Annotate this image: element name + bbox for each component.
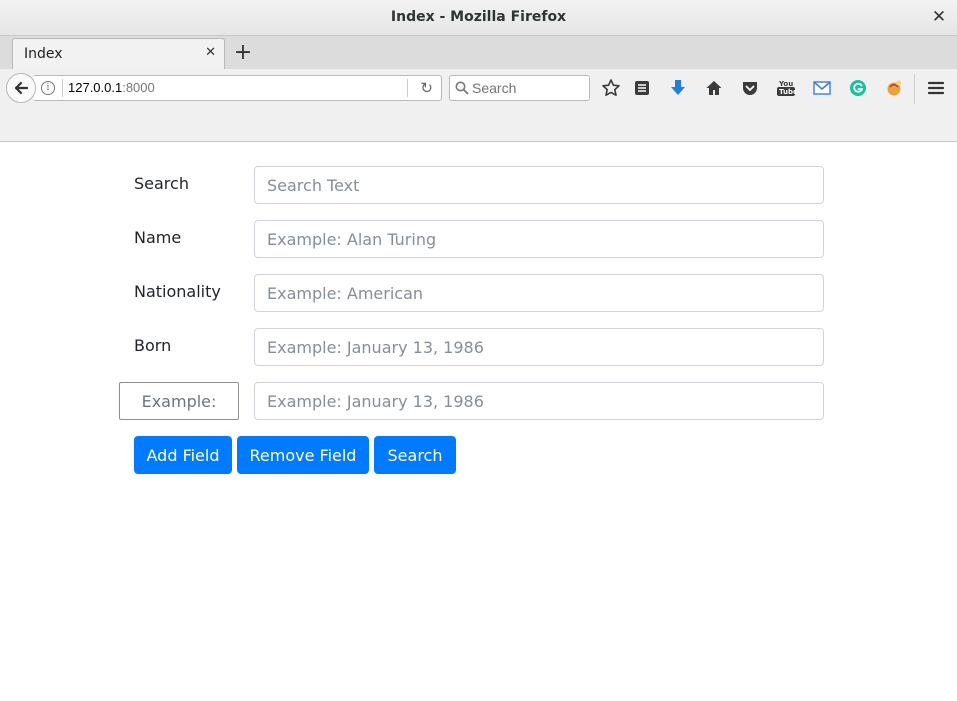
back-button[interactable]: [6, 73, 36, 103]
form-row-custom: [0, 382, 957, 420]
download-icon[interactable]: [666, 76, 690, 100]
home-icon[interactable]: [702, 76, 726, 100]
search-icon: [455, 81, 469, 95]
info-icon[interactable]: i: [41, 81, 55, 95]
window-title: Index - Mozilla Firefox: [390, 9, 567, 25]
born-label: Born: [134, 336, 172, 355]
gmail-icon[interactable]: [810, 76, 834, 100]
form-row-search: Search: [0, 166, 957, 204]
form-row-born: Born: [0, 328, 957, 366]
add-field-button[interactable]: Add Field: [134, 436, 232, 474]
menu-icon[interactable]: [924, 76, 948, 100]
tab-label: Index: [24, 46, 63, 62]
form-row-nationality: Nationality: [0, 274, 957, 312]
toolbar-separator: [914, 74, 915, 104]
custom-field-key-input[interactable]: [119, 382, 239, 420]
search-button[interactable]: Search: [374, 436, 456, 474]
tab-index[interactable]: Index ✕: [12, 38, 225, 69]
window-close-icon[interactable]: ✕: [930, 6, 948, 28]
new-tab-icon[interactable]: +: [232, 40, 254, 66]
search-bar-input[interactable]: [472, 79, 582, 97]
name-input[interactable]: [254, 220, 824, 258]
pocket-icon[interactable]: [738, 76, 762, 100]
reading-list-icon[interactable]: [630, 76, 654, 100]
youtube-icon[interactable]: You Tube: [774, 76, 798, 100]
grammarly-icon[interactable]: [846, 76, 870, 100]
form-row-name: Name: [0, 220, 957, 258]
window-titlebar: Index - Mozilla Firefox ✕: [0, 0, 957, 36]
name-label: Name: [134, 228, 182, 247]
remove-field-button[interactable]: Remove Field: [237, 436, 369, 474]
search-text-input[interactable]: [254, 166, 824, 204]
search-bar[interactable]: [449, 75, 590, 101]
extension-icon[interactable]: [882, 76, 906, 100]
svg-text:You: You: [778, 80, 793, 88]
svg-text:Tube: Tube: [779, 88, 796, 96]
search-label: Search: [134, 174, 189, 193]
reload-icon[interactable]: ↻: [420, 79, 433, 97]
custom-field-value-input[interactable]: [254, 382, 824, 420]
url-separator: [62, 79, 63, 97]
url-text[interactable]: 127.0.0.1:8000: [68, 80, 155, 95]
bookmark-star-icon[interactable]: [599, 76, 623, 100]
nationality-label: Nationality: [134, 282, 221, 301]
nationality-input[interactable]: [254, 274, 824, 312]
url-separator-right: [407, 79, 408, 97]
born-input[interactable]: [254, 328, 824, 366]
url-bar[interactable]: i 127.0.0.1:8000 ↻: [34, 75, 442, 101]
nav-toolbar: i 127.0.0.1:8000 ↻ YouTube: [0, 69, 957, 142]
url-port: :8000: [122, 80, 155, 95]
tab-strip: Index ✕ +: [0, 36, 957, 69]
back-icon: [14, 81, 29, 95]
url-host: 127.0.0.1: [68, 80, 123, 95]
tab-close-icon[interactable]: ✕: [205, 45, 216, 60]
